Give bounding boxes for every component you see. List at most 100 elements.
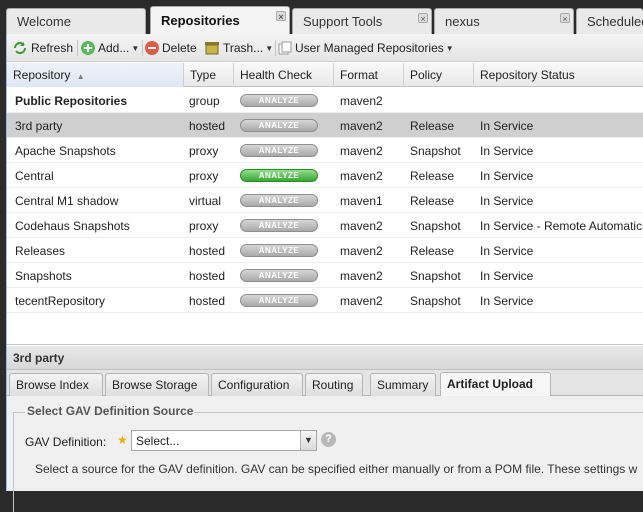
- refresh-button[interactable]: Refresh: [12, 39, 73, 57]
- toolbar-divider: [142, 40, 143, 56]
- tab-nexus[interactable]: nexus ×: [434, 8, 574, 34]
- analyze-button[interactable]: ANALYZE: [240, 194, 318, 207]
- gav-definition-select[interactable]: Select... ▼: [131, 430, 317, 451]
- dropdown-arrow-icon[interactable]: ▼: [300, 431, 316, 450]
- cell-repository: Snapshots: [15, 269, 72, 283]
- tab-scheduled[interactable]: Scheduled: [576, 8, 643, 34]
- analyze-button[interactable]: ANALYZE: [240, 144, 318, 157]
- table-row[interactable]: tecentRepository hosted ANALYZE maven2 S…: [7, 288, 643, 313]
- tab-summary[interactable]: Summary: [370, 373, 436, 396]
- cell-type: hosted: [189, 294, 226, 308]
- column-label: Repository Status: [480, 68, 575, 82]
- cell-format: maven2: [340, 119, 383, 133]
- analyze-button[interactable]: ANALYZE: [240, 269, 318, 282]
- cell-status: In Service: [480, 269, 534, 283]
- tab-label: Repositories: [161, 13, 240, 28]
- cell-repository: Releases: [15, 244, 66, 258]
- close-icon[interactable]: ×: [418, 13, 428, 24]
- tab-welcome[interactable]: Welcome: [6, 8, 146, 34]
- table-row[interactable]: Codehaus Snapshots proxy ANALYZE maven2 …: [7, 213, 643, 238]
- cell-policy: Release: [410, 169, 455, 183]
- column-label: Format: [340, 68, 379, 82]
- close-icon[interactable]: ×: [560, 13, 570, 24]
- analyze-button[interactable]: ANALYZE: [240, 294, 318, 307]
- analyze-button[interactable]: ANALYZE: [240, 119, 318, 132]
- tab-artifact-upload[interactable]: Artifact Upload: [440, 372, 551, 397]
- help-icon[interactable]: ?: [321, 432, 336, 447]
- tab-repositories[interactable]: Repositories ×: [150, 6, 290, 34]
- cell-type: hosted: [189, 269, 226, 283]
- tab-support-tools[interactable]: Support Tools ×: [292, 8, 432, 34]
- column-header-type[interactable]: Type: [184, 63, 234, 87]
- add-icon: [81, 41, 95, 55]
- add-button[interactable]: Add... ▼: [81, 39, 139, 57]
- user-managed-repositories-button[interactable]: User Managed Repositories ▼: [278, 39, 454, 57]
- user-managed-label: User Managed Repositories: [295, 41, 444, 55]
- cell-status: In Service: [480, 144, 534, 158]
- cell-repository: Public Repositories: [15, 94, 128, 108]
- artifact-upload-form: Select GAV Definition Source GAV Definit…: [7, 396, 643, 512]
- cell-status: In Service - Remote Automatic: [480, 219, 643, 233]
- column-header-format[interactable]: Format: [334, 63, 404, 87]
- chevron-down-icon: ▼: [131, 43, 140, 53]
- table-row[interactable]: Central M1 shadow virtual ANALYZE maven1…: [7, 188, 643, 213]
- analyze-button[interactable]: ANALYZE: [240, 94, 318, 107]
- sort-asc-icon: ▲: [76, 72, 85, 81]
- table-row[interactable]: Central proxy ANALYZE maven2 Release In …: [7, 163, 643, 188]
- cell-policy: Release: [410, 244, 455, 258]
- analyze-button[interactable]: ANALYZE: [240, 169, 318, 182]
- cell-status: In Service: [480, 294, 534, 308]
- cell-policy: [404, 88, 474, 113]
- column-header-policy[interactable]: Policy: [404, 63, 474, 87]
- refresh-label: Refresh: [31, 41, 74, 55]
- table-row[interactable]: Snapshots hosted ANALYZE maven2 Snapshot…: [7, 263, 643, 288]
- cell-format: maven2: [340, 144, 383, 158]
- detail-tab-strip: Browse Index Browse Storage Configuratio…: [7, 370, 643, 397]
- cell-status: In Service: [480, 194, 534, 208]
- cell-repository: Apache Snapshots: [15, 144, 116, 158]
- cell-format: maven2: [340, 219, 383, 233]
- table-row[interactable]: Apache Snapshots proxy ANALYZE maven2 Sn…: [7, 138, 643, 163]
- cell-type: hosted: [189, 244, 226, 258]
- cell-type: hosted: [189, 119, 226, 133]
- tab-configuration[interactable]: Configuration: [211, 373, 303, 396]
- delete-icon: [145, 41, 159, 55]
- gav-definition-value: Select...: [136, 434, 180, 448]
- close-icon[interactable]: ×: [276, 11, 286, 22]
- chevron-down-icon: ▼: [265, 43, 274, 53]
- column-header-repository-status[interactable]: Repository Status: [474, 63, 643, 87]
- gav-description: Select a source for the GAV definition. …: [35, 462, 638, 476]
- cell-format: maven2: [340, 244, 383, 258]
- analyze-button[interactable]: ANALYZE: [240, 244, 318, 257]
- cell-policy: Snapshot: [410, 144, 461, 158]
- cell-format: maven2: [340, 169, 383, 183]
- cell-status: In Service: [480, 119, 534, 133]
- tab-browse-index[interactable]: Browse Index: [9, 373, 103, 396]
- tab-browse-storage[interactable]: Browse Storage: [105, 373, 209, 396]
- cell-type: proxy: [189, 219, 219, 233]
- column-header-health-check[interactable]: Health Check: [234, 63, 334, 87]
- table-row[interactable]: Public Repositories group ANALYZE maven2: [7, 88, 643, 113]
- column-header-repository[interactable]: Repository ▲: [7, 63, 184, 87]
- document-icon: [278, 41, 292, 55]
- cell-repository: Central: [15, 169, 54, 183]
- toolbar-divider: [275, 40, 276, 56]
- grid-header: Repository ▲ Type Health Check Format Po…: [7, 63, 643, 87]
- cell-status: [474, 88, 643, 113]
- repositories-panel: Refresh Add... ▼ Delete Trash... ▼ User …: [6, 34, 643, 512]
- table-row[interactable]: Releases hosted ANALYZE maven2 Release I…: [7, 238, 643, 263]
- tab-label: Support Tools: [303, 14, 383, 29]
- trash-button[interactable]: Trash... ▼: [204, 39, 273, 57]
- column-label: Repository: [13, 68, 71, 82]
- cell-policy: Snapshot: [410, 219, 461, 233]
- cell-policy: Snapshot: [410, 294, 461, 308]
- toolbar-divider: [77, 40, 78, 56]
- table-row[interactable]: 3rd party hosted ANALYZE maven2 Release …: [7, 113, 643, 138]
- cell-status: In Service: [480, 169, 534, 183]
- delete-button[interactable]: Delete: [145, 39, 197, 57]
- delete-label: Delete: [162, 41, 197, 55]
- cell-policy: Release: [410, 194, 455, 208]
- tab-routing[interactable]: Routing: [305, 373, 363, 396]
- tab-label: nexus: [445, 14, 480, 29]
- analyze-button[interactable]: ANALYZE: [240, 219, 318, 232]
